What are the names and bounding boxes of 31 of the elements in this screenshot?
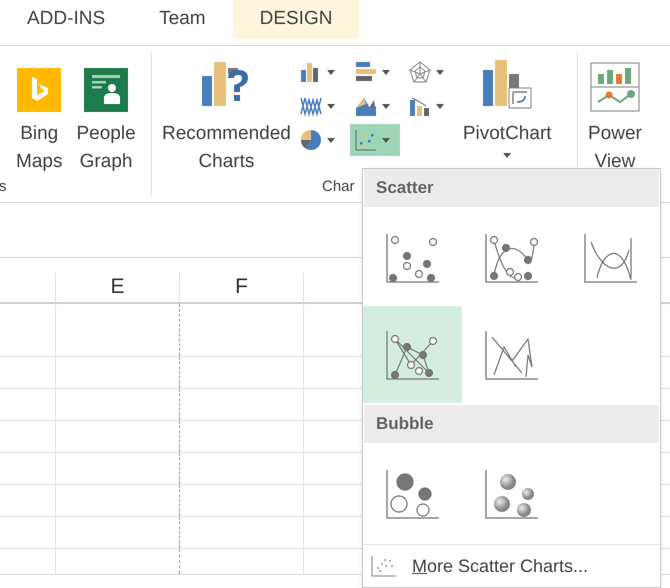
caret-icon [326,138,335,142]
recommended-button[interactable]: Recommended Charts [158,52,295,176]
ribbon-tab[interactable]: ADD-INS [0,0,132,39]
people-button[interactable]: People Graph [72,52,140,176]
power-view-icon [590,62,640,112]
scatter-chart-icon [354,128,378,152]
group-label: Char [322,177,355,197]
column-header[interactable]: F [180,272,304,302]
scatter-chart-icon [370,554,398,578]
people-graph-icon [84,68,128,112]
column-header[interactable]: E [56,272,180,302]
caret-icon [382,70,390,74]
caret-icon [436,104,444,108]
chart-option[interactable] [363,306,462,403]
bing-logo-icon [17,68,62,112]
bing-button[interactable]: Bing Maps [12,52,66,176]
more-scatter-charts-link[interactable]: More Scatter Charts... [364,552,588,580]
ribbon-tab[interactable]: DESIGN [232,0,360,39]
caret-icon [326,70,335,74]
radar-chart-icon [408,60,432,84]
ribbon-tab[interactable]: Team [132,0,233,39]
caret-icon [326,104,335,108]
menu-section-header: Bubble [364,405,659,443]
pivot-button[interactable]: PivotChart [458,52,556,162]
pie-chart-icon [298,128,323,152]
caret-icon [382,138,390,142]
chart-type-button[interactable] [350,124,400,156]
menu-section-header: Scatter [364,169,659,207]
bar-chart-icon [354,60,378,84]
caret-icon [436,70,444,74]
caret-icon [382,104,390,108]
